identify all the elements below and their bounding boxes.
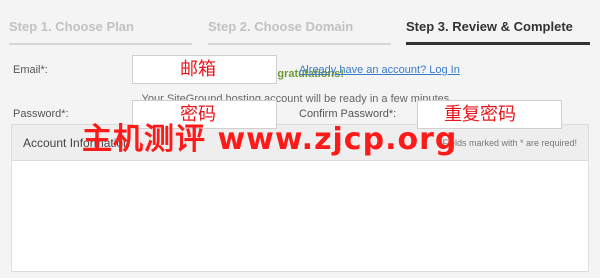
step-progress: Step 1. Choose Plan Step 2. Choose Domai… (0, 0, 600, 46)
login-link[interactable]: Already have an account? Log In (299, 64, 460, 76)
signup-review-page: Step 1. Choose Plan Step 2. Choose Domai… (0, 0, 600, 278)
password-label: Password*: (13, 108, 69, 120)
required-fields-note: Fields marked with * are required! (442, 138, 577, 148)
panel-header: Account Information Fields marked with *… (12, 125, 588, 161)
panel-title: Account Information (23, 136, 130, 150)
confirm-password-field[interactable] (417, 100, 562, 129)
email-label: Email*: (13, 64, 48, 76)
step-choose-plan[interactable]: Step 1. Choose Plan (9, 17, 192, 45)
account-information-panel: Account Information Fields marked with *… (11, 124, 589, 272)
step-review-complete[interactable]: Step 3. Review & Complete (406, 17, 590, 45)
email-field[interactable] (132, 55, 277, 84)
password-field[interactable] (132, 100, 277, 129)
step-choose-domain[interactable]: Step 2. Choose Domain (208, 17, 391, 45)
confirm-password-label: Confirm Password*: (299, 108, 397, 120)
